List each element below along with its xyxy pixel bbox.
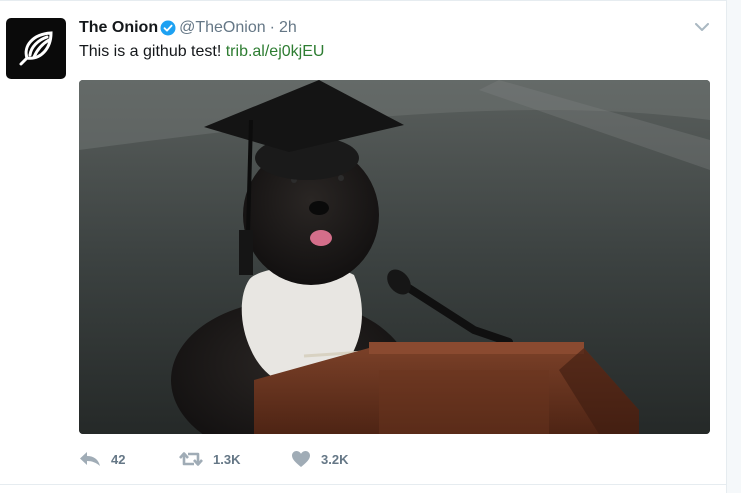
like-button[interactable]: 3.2K [291,450,348,468]
reply-button[interactable]: 42 [79,451,179,467]
like-count: 3.2K [321,451,349,467]
avatar[interactable] [6,18,66,79]
onion-logo-icon [19,30,53,65]
tweet-timestamp[interactable]: 2h [279,18,297,38]
retweet-icon [179,452,203,466]
tweet-text-body: This is a github test! [79,43,226,60]
tweet-header: The Onion @TheOnion · 2h [79,18,297,38]
retweet-count: 1.3K [213,451,241,467]
retweet-button[interactable]: 1.3K [179,451,291,467]
divider [0,484,726,485]
author-handle[interactable]: @TheOnion [179,18,266,38]
author-name[interactable]: The Onion [79,18,158,38]
verified-badge-icon [160,20,176,36]
tweet-text: This is a github test! trib.al/ej0kjEU [79,42,324,62]
reply-count: 42 [111,451,126,467]
header-separator: · [269,19,275,36]
graduation-dog-photo-icon [79,80,710,434]
media-photo[interactable] [79,80,710,434]
page-gutter [726,0,741,493]
tweet-actions: 42 1.3K 3.2K [79,450,348,468]
chevron-down-icon [695,22,709,31]
tweet-card[interactable]: The Onion @TheOnion · 2h This is a githu… [0,0,726,493]
reply-icon [80,452,100,466]
tweet-link[interactable]: trib.al/ej0kjEU [226,43,325,60]
heart-icon [292,451,310,467]
more-options-button[interactable] [692,17,712,37]
